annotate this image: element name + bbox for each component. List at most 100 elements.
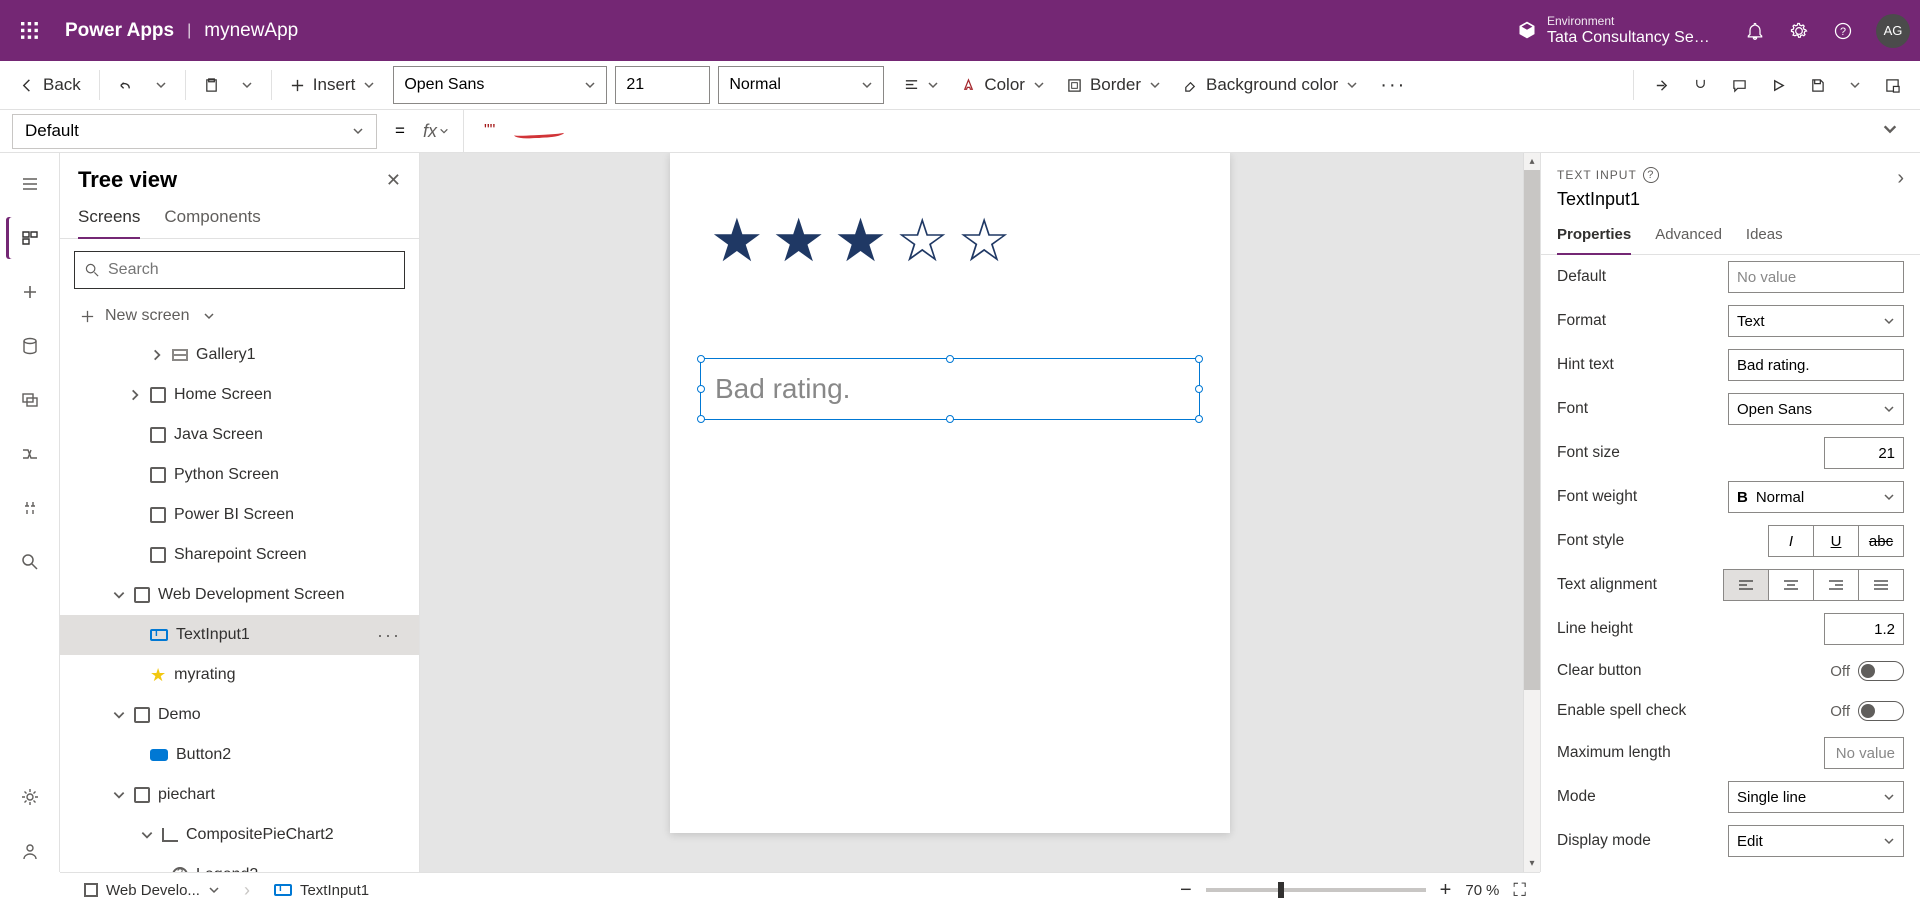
align-left[interactable] bbox=[1723, 569, 1769, 601]
tree-item-button2[interactable]: Button2 bbox=[60, 735, 419, 775]
prop-lineheight[interactable]: 1.2 bbox=[1824, 613, 1904, 645]
rating-control[interactable]: ★ ★ ★ ☆ ☆ bbox=[710, 211, 1011, 271]
prop-maxlen[interactable]: No value bbox=[1824, 737, 1904, 769]
search-input[interactable] bbox=[108, 261, 394, 279]
rail-tree[interactable] bbox=[6, 217, 54, 259]
zoom-in[interactable]: + bbox=[1440, 879, 1452, 902]
font-family-select[interactable]: Open Sans bbox=[393, 66, 607, 104]
rail-insert[interactable] bbox=[6, 271, 54, 313]
fx-label[interactable]: fx bbox=[423, 110, 464, 152]
control-name[interactable]: TextInput1 bbox=[1557, 189, 1659, 210]
tab-components[interactable]: Components bbox=[164, 207, 260, 238]
tree-item-webdev[interactable]: Web Development Screen bbox=[60, 575, 419, 615]
formula-input[interactable]: "" bbox=[474, 110, 1862, 152]
rail-search[interactable] bbox=[6, 541, 54, 583]
strike-button[interactable]: abc bbox=[1858, 525, 1904, 557]
formula-expand[interactable] bbox=[1872, 121, 1908, 142]
insert-button[interactable]: Insert bbox=[280, 67, 386, 103]
comments-button[interactable] bbox=[1722, 67, 1757, 103]
tree-item-powerbi[interactable]: Power BI Screen bbox=[60, 495, 419, 535]
zoom-slider[interactable] bbox=[1206, 888, 1426, 892]
underline-button[interactable]: U bbox=[1813, 525, 1859, 557]
prop-default[interactable]: No value bbox=[1728, 261, 1904, 293]
tree-item-piechart[interactable]: piechart bbox=[60, 775, 419, 815]
property-select[interactable]: Default bbox=[12, 114, 377, 149]
new-screen-button[interactable]: New screen bbox=[60, 301, 419, 335]
screen-canvas[interactable]: ★ ★ ★ ☆ ☆ Bad rating. bbox=[670, 153, 1230, 833]
rail-media[interactable] bbox=[6, 379, 54, 421]
info-icon[interactable]: ? bbox=[1643, 167, 1659, 183]
zoom-out[interactable]: − bbox=[1180, 879, 1192, 902]
preview-button[interactable] bbox=[1761, 67, 1796, 103]
prop-fontstyle[interactable]: I U abc bbox=[1768, 525, 1904, 557]
color-button[interactable]: Color bbox=[951, 67, 1055, 103]
tree-item-home[interactable]: Home Screen bbox=[60, 375, 419, 415]
prop-spell-toggle[interactable] bbox=[1858, 701, 1904, 721]
prop-fontweight[interactable]: BNormal bbox=[1728, 481, 1904, 513]
undo-menu[interactable] bbox=[145, 67, 177, 103]
tree-item-java[interactable]: Java Screen bbox=[60, 415, 419, 455]
publish-button[interactable] bbox=[1875, 67, 1910, 103]
file-name[interactable]: mynewApp bbox=[204, 20, 298, 42]
tree-item-gallery[interactable]: Gallery1 bbox=[60, 335, 419, 375]
prop-font[interactable]: Open Sans bbox=[1728, 393, 1904, 425]
prop-fontsize[interactable]: 21 bbox=[1824, 437, 1904, 469]
rail-data[interactable] bbox=[6, 325, 54, 367]
waffle-icon[interactable] bbox=[10, 11, 50, 51]
prop-clear-toggle[interactable] bbox=[1858, 661, 1904, 681]
settings-icon[interactable] bbox=[1788, 20, 1810, 42]
prop-hint[interactable]: Bad rating. bbox=[1728, 349, 1904, 381]
more-button[interactable]: ··· bbox=[1370, 67, 1416, 103]
tree-item-demo[interactable]: Demo bbox=[60, 695, 419, 735]
tree-item-python[interactable]: Python Screen bbox=[60, 455, 419, 495]
item-more[interactable]: ··· bbox=[377, 625, 401, 646]
prop-align[interactable] bbox=[1723, 569, 1904, 601]
align-button[interactable] bbox=[894, 67, 949, 103]
paste-button[interactable] bbox=[194, 67, 229, 103]
tab-ideas[interactable]: Ideas bbox=[1746, 226, 1783, 254]
tree-item-composite[interactable]: CompositePieChart2 bbox=[60, 815, 419, 855]
app-name[interactable]: Power Apps bbox=[65, 20, 174, 42]
font-weight-select[interactable]: Normal bbox=[718, 66, 884, 104]
breadcrumb-screen[interactable]: Web Develo... bbox=[74, 873, 230, 907]
bgcolor-button[interactable]: Background color bbox=[1173, 67, 1368, 103]
help-icon[interactable]: ? bbox=[1832, 20, 1854, 42]
rail-flow[interactable] bbox=[6, 433, 54, 475]
prop-mode[interactable]: Single line bbox=[1728, 781, 1904, 813]
border-button[interactable]: Border bbox=[1057, 67, 1171, 103]
tree-item-textinput[interactable]: TextInput1 ··· bbox=[60, 615, 419, 655]
user-avatar[interactable]: AG bbox=[1876, 14, 1910, 48]
tree-item-myrating[interactable]: ★ myrating bbox=[60, 655, 419, 695]
prop-display[interactable]: Edit bbox=[1728, 825, 1904, 857]
notifications-icon[interactable] bbox=[1744, 20, 1766, 42]
rail-tools[interactable] bbox=[6, 487, 54, 529]
tree-item-legend[interactable]: Legend2 bbox=[60, 855, 419, 872]
environment-picker[interactable]: Environment Tata Consultancy Servic... bbox=[1517, 14, 1712, 48]
prop-format[interactable]: Text bbox=[1728, 305, 1904, 337]
font-size-select[interactable]: 21 bbox=[615, 66, 710, 104]
fit-screen[interactable]: ⛶ bbox=[1513, 880, 1526, 901]
tree-close[interactable]: ✕ bbox=[386, 170, 401, 191]
tab-properties[interactable]: Properties bbox=[1557, 226, 1631, 255]
align-center[interactable] bbox=[1768, 569, 1814, 601]
tab-screens[interactable]: Screens bbox=[78, 207, 140, 239]
tree-item-sharepoint[interactable]: Sharepoint Screen bbox=[60, 535, 419, 575]
align-right[interactable] bbox=[1813, 569, 1859, 601]
italic-button[interactable]: I bbox=[1768, 525, 1814, 557]
paste-menu[interactable] bbox=[231, 67, 263, 103]
save-button[interactable] bbox=[1800, 67, 1835, 103]
panel-collapse[interactable]: › bbox=[1897, 167, 1904, 190]
save-menu[interactable] bbox=[1839, 67, 1871, 103]
textinput-control[interactable]: Bad rating. bbox=[700, 358, 1200, 420]
checker-button[interactable] bbox=[1683, 67, 1718, 103]
rail-settings[interactable] bbox=[6, 776, 54, 818]
undo-button[interactable] bbox=[108, 67, 143, 103]
canvas-area[interactable]: ★ ★ ★ ☆ ☆ Bad rating. ▴ ▾ bbox=[420, 153, 1540, 872]
share-button[interactable] bbox=[1644, 67, 1679, 103]
rail-virtual-agent[interactable] bbox=[6, 830, 54, 872]
tree-search[interactable] bbox=[74, 251, 405, 289]
tab-advanced[interactable]: Advanced bbox=[1655, 226, 1722, 254]
align-justify[interactable] bbox=[1858, 569, 1904, 601]
back-button[interactable]: Back bbox=[10, 67, 91, 103]
canvas-scrollbar[interactable]: ▴ ▾ bbox=[1523, 153, 1540, 872]
